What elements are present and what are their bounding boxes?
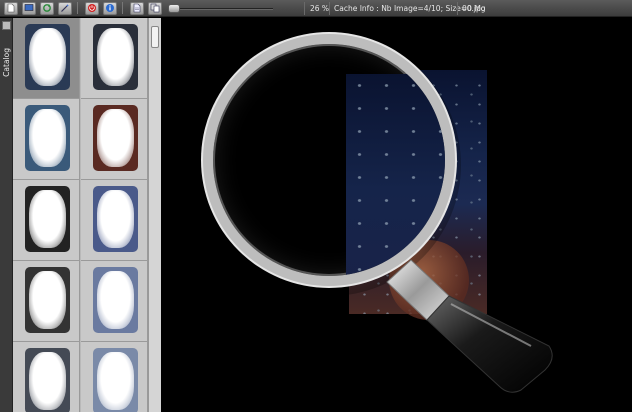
catalog-scrollbar[interactable]	[148, 18, 161, 412]
thumbnail-image	[93, 348, 138, 412]
catalog-thumbnail[interactable]	[81, 18, 148, 99]
toolbar-divider	[304, 2, 305, 15]
catalog-thumbnail[interactable]	[81, 180, 148, 261]
thumbnail-image	[25, 24, 70, 90]
magic-wand-icon	[61, 4, 69, 12]
magnifier-handle	[381, 254, 561, 394]
zoom-slider-thumb[interactable]	[168, 3, 180, 13]
thumbnail-image	[93, 105, 138, 171]
catalog-thumbnail[interactable]	[13, 180, 80, 261]
thumbnail-glow	[97, 109, 134, 167]
refresh-button[interactable]	[40, 1, 54, 15]
document-icon	[133, 3, 141, 13]
info-icon	[106, 4, 114, 12]
thumbnail-image	[25, 105, 70, 171]
thumbnail-glow	[29, 190, 66, 248]
zoom-value: 26 %	[310, 4, 330, 13]
power-button[interactable]	[85, 1, 99, 15]
thumbnail-image	[25, 348, 70, 412]
power-icon	[88, 4, 96, 12]
new-page-icon	[7, 3, 15, 13]
thumbnail-glow	[97, 352, 134, 410]
thumbnail-glow	[97, 28, 134, 86]
thumbnail-glow	[97, 271, 134, 329]
thumbnail-glow	[29, 352, 66, 410]
thumbnail-image	[93, 267, 138, 333]
thumbnail-image	[25, 267, 70, 333]
toolbar-divider	[329, 2, 330, 15]
catalog-thumbnail[interactable]	[13, 261, 80, 342]
copy-button[interactable]	[148, 1, 162, 15]
pin-icon[interactable]	[2, 21, 11, 30]
zoom-slider-rail	[168, 7, 273, 10]
catalog-thumbnail[interactable]	[81, 261, 148, 342]
copy-icon	[150, 3, 160, 13]
thumbnail-glow	[29, 271, 66, 329]
thumbnail-image	[93, 186, 138, 252]
image-viewer[interactable]	[161, 18, 632, 412]
catalog-thumbnail[interactable]	[13, 18, 80, 99]
catalog-scroll-thumb[interactable]	[151, 26, 159, 48]
toolbar-divider	[457, 2, 458, 15]
document-button[interactable]	[130, 1, 144, 15]
toolbar-separator	[122, 2, 123, 14]
file-name: 00.jpg	[462, 4, 486, 13]
tab-catalog[interactable]: Catalog	[2, 48, 11, 77]
thumbnail-image	[25, 186, 70, 252]
toolbar-separator	[77, 2, 78, 14]
toolbar: 26 % Cache Info : Nb Image=4/10; Size=0 …	[0, 0, 632, 17]
catalog-thumbnail[interactable]	[81, 99, 148, 180]
thumbnail-image	[93, 24, 138, 90]
side-tab-strip: Catalog	[0, 18, 13, 412]
zoom-slider[interactable]	[168, 3, 273, 13]
catalog-panel	[13, 18, 161, 412]
catalog-thumbnail[interactable]	[13, 342, 80, 412]
display-icon	[24, 4, 34, 11]
display-button[interactable]	[22, 1, 36, 15]
refresh-icon	[43, 4, 51, 12]
catalog-thumbnail[interactable]	[13, 99, 80, 180]
thumbnail-glow	[97, 190, 134, 248]
magic-wand-button[interactable]	[58, 1, 72, 15]
new-page-button[interactable]	[4, 1, 18, 15]
thumbnail-glow	[29, 109, 66, 167]
info-button[interactable]	[103, 1, 117, 15]
magnifier-lens[interactable]	[203, 34, 455, 286]
catalog-thumbnail[interactable]	[81, 342, 148, 412]
thumbnail-glow	[29, 28, 66, 86]
